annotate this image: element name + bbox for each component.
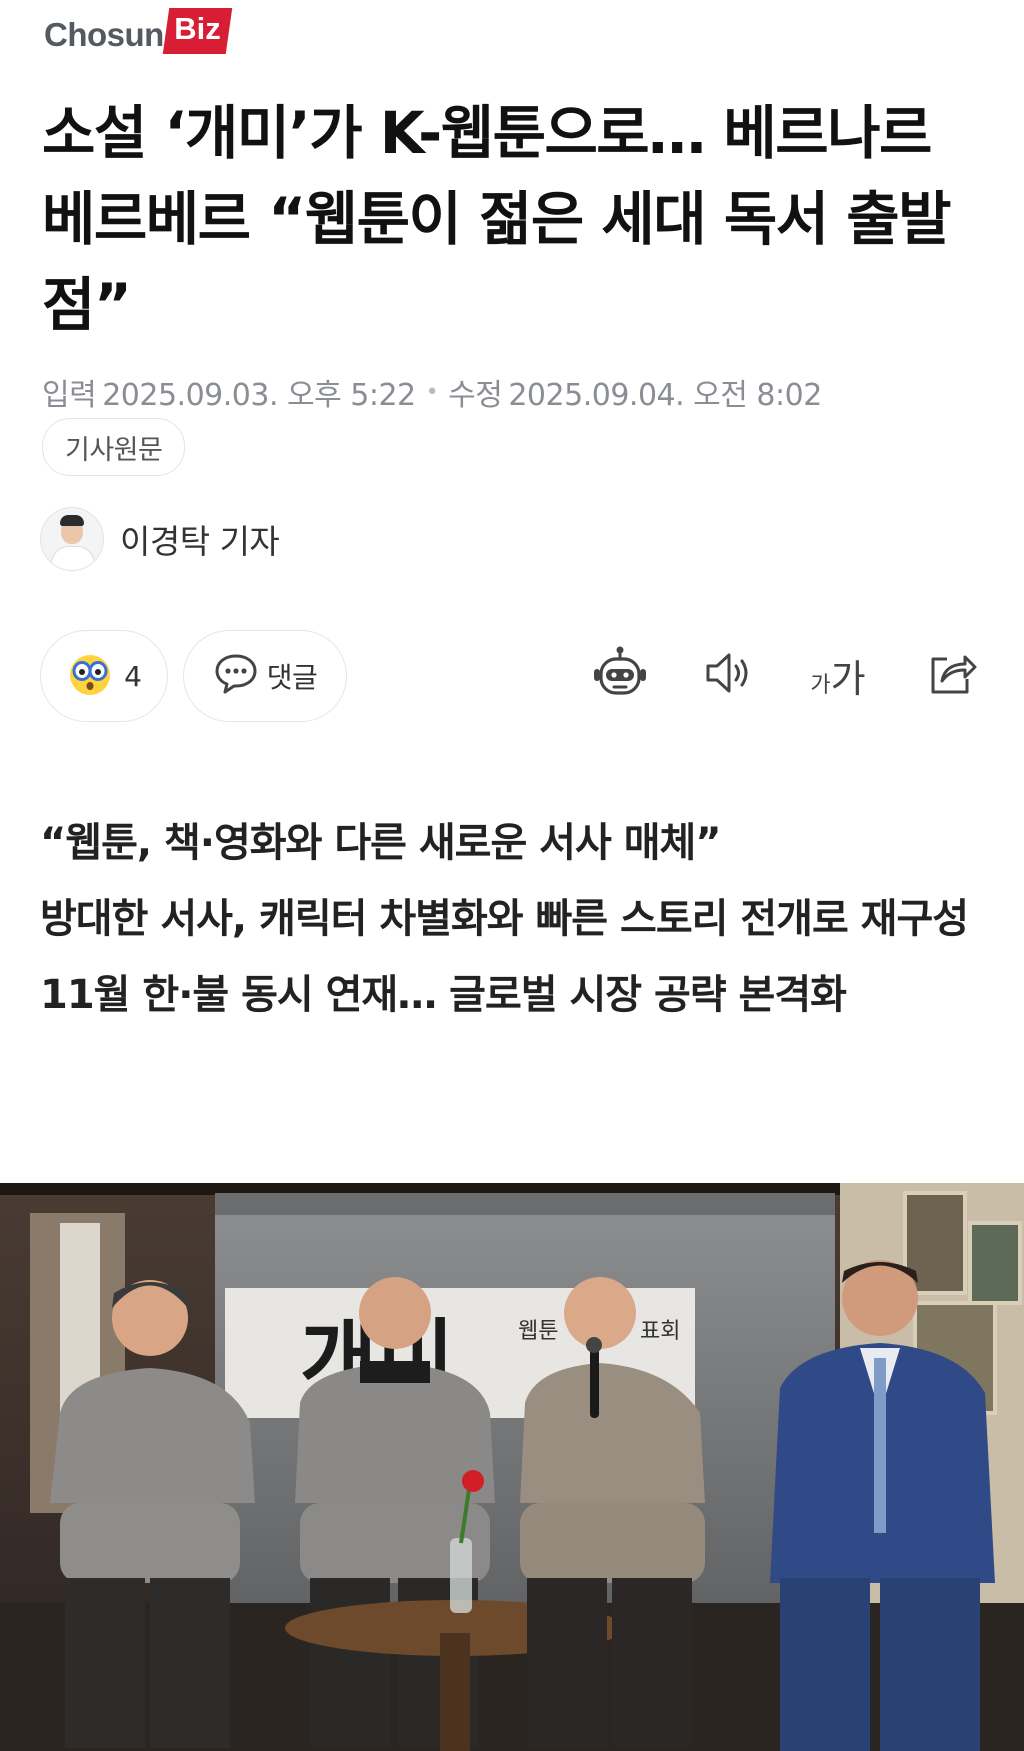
input-time: 2025.09.03. 오후 5:22: [102, 378, 416, 413]
font-size-button[interactable]: 가 가: [803, 640, 873, 710]
press-conference-photo: 개미 웹툰 표회: [0, 1183, 1024, 1751]
author-byline[interactable]: 이경탁 기자: [40, 507, 280, 571]
input-label: 입력: [42, 378, 97, 413]
comment-label: 댓글: [266, 661, 318, 694]
article-page: Chosun Biz 소설 ‘개미’가 K-웹툰으로… 베르나르 베르베르 “웹…: [0, 0, 1024, 1751]
logo-accent: Biz: [162, 8, 232, 54]
chosunbiz-logo[interactable]: Chosun Biz: [44, 8, 232, 58]
article-timestamps: 입력 2025.09.03. 오후 5:22 • 수정 2025.09.04. …: [42, 370, 822, 414]
screen-subtitle: 웹툰: [518, 1319, 558, 1344]
speaker-icon: [703, 649, 757, 701]
logo-accent-text: Biz: [174, 11, 221, 46]
ai-summary-button[interactable]: [585, 640, 655, 710]
subtitle-line: “웹툰, 책·영화와 다른 새로운 서사 매체”: [40, 820, 722, 866]
surprised-face-icon: [66, 650, 114, 702]
comment-button[interactable]: 댓글: [183, 630, 347, 722]
reaction-count: 4: [124, 659, 142, 693]
font-small-glyph: 가: [810, 672, 831, 698]
article-photo[interactable]: 개미 웹툰 표회: [0, 1183, 1024, 1751]
listen-button[interactable]: [695, 640, 765, 710]
speech-bubble-icon: [213, 652, 259, 700]
robot-icon: [590, 643, 650, 707]
original-article-button[interactable]: 기사원문: [42, 418, 186, 476]
font-big-glyph: 가: [830, 656, 866, 701]
share-icon: [927, 649, 979, 701]
edit-time: 2025.09.04. 오전 8:02: [508, 378, 822, 413]
screen-subtitle-end: 표회: [640, 1319, 680, 1344]
subtitle-line: 방대한 서사, 캐릭터 차별화와 빠른 스토리 전개로 재구성: [40, 896, 969, 942]
font-size-icon: 가 가: [810, 648, 865, 703]
avatar: [40, 507, 104, 571]
article-subtitle: “웹툰, 책·영화와 다른 새로운 서사 매체” 방대한 서사, 캐릭터 차별화…: [40, 805, 1000, 1033]
meta-separator: •: [425, 379, 439, 405]
edit-label: 수정: [448, 378, 503, 413]
reaction-button[interactable]: 4: [40, 630, 168, 722]
article-title: 소설 ‘개미’가 K-웹툰으로… 베르나르 베르베르 “웹툰이 젊은 세대 독서…: [42, 99, 951, 339]
subtitle-line: 11월 한·불 동시 연재… 글로벌 시장 공략 본격화: [40, 972, 847, 1018]
logo-main-text: Chosun: [44, 16, 164, 53]
share-button[interactable]: [918, 640, 988, 710]
author-name: 이경탁 기자: [120, 522, 280, 561]
